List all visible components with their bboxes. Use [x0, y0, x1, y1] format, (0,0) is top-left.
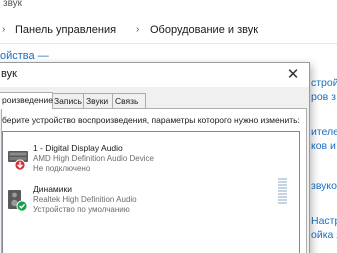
- volume-level-meter: [278, 178, 287, 206]
- device-status: Не подключено: [33, 164, 91, 173]
- playback-panel: берите устройство воспроизведения, парам…: [1, 108, 307, 253]
- tab-sounds[interactable]: Звуки: [83, 93, 114, 108]
- device-status: Устройство по умолчанию: [33, 205, 130, 214]
- tab-playback[interactable]: роизведение: [0, 92, 53, 109]
- window-title: звук: [3, 0, 23, 9]
- right-link[interactable]: ков и: [311, 140, 336, 152]
- breadcrumb-control-panel[interactable]: Панель управления: [15, 17, 116, 43]
- right-link[interactable]: Настр: [311, 215, 337, 227]
- device-name: Динамики: [33, 184, 72, 194]
- breadcrumb-hardware-sound[interactable]: Оборудование и звук: [150, 17, 258, 43]
- breadcrumb-separator-icon: ›: [2, 24, 6, 35]
- list-item[interactable]: Динамики Realtek High Definition Audio У…: [3, 184, 297, 220]
- device-name: 1 - Digital Display Audio: [33, 143, 123, 153]
- sound-dialog: вук ✕ роизведение Запись Звуки Связь бер…: [0, 62, 310, 253]
- list-item[interactable]: 1 - Digital Display Audio AMD High Defin…: [3, 143, 297, 179]
- left-link[interactable]: ойства —: [0, 50, 49, 62]
- speaker-icon: [8, 151, 28, 171]
- dialog-titlebar[interactable]: вук ✕: [0, 63, 309, 87]
- right-link[interactable]: звуко: [311, 180, 337, 192]
- dialog-title: вук: [1, 68, 17, 80]
- close-icon[interactable]: ✕: [283, 65, 303, 85]
- address-bar[interactable]: › Панель управления › Оборудование и зву…: [0, 17, 337, 44]
- right-link[interactable]: ойка я: [311, 229, 337, 241]
- default-check-icon: [17, 201, 27, 211]
- tab-recording[interactable]: Запись: [51, 93, 84, 108]
- right-link[interactable]: стройк: [311, 77, 337, 89]
- speaker-icon: [8, 190, 28, 212]
- screen: звук › Панель управления › Оборудование …: [0, 0, 337, 253]
- instruction-text: берите устройство воспроизведения, парам…: [2, 115, 300, 125]
- device-driver: AMD High Definition Audio Device: [33, 154, 154, 163]
- device-list[interactable]: 1 - Digital Display Audio AMD High Defin…: [2, 131, 300, 253]
- right-link[interactable]: ителей: [311, 126, 337, 138]
- control-panel-titlebar: звук: [0, 0, 337, 16]
- tab-communications[interactable]: Связь: [112, 93, 146, 108]
- device-driver: Realtek High Definition Audio: [33, 195, 137, 204]
- right-link[interactable]: ров з: [311, 91, 336, 103]
- breadcrumb-separator-icon: ›: [136, 24, 140, 35]
